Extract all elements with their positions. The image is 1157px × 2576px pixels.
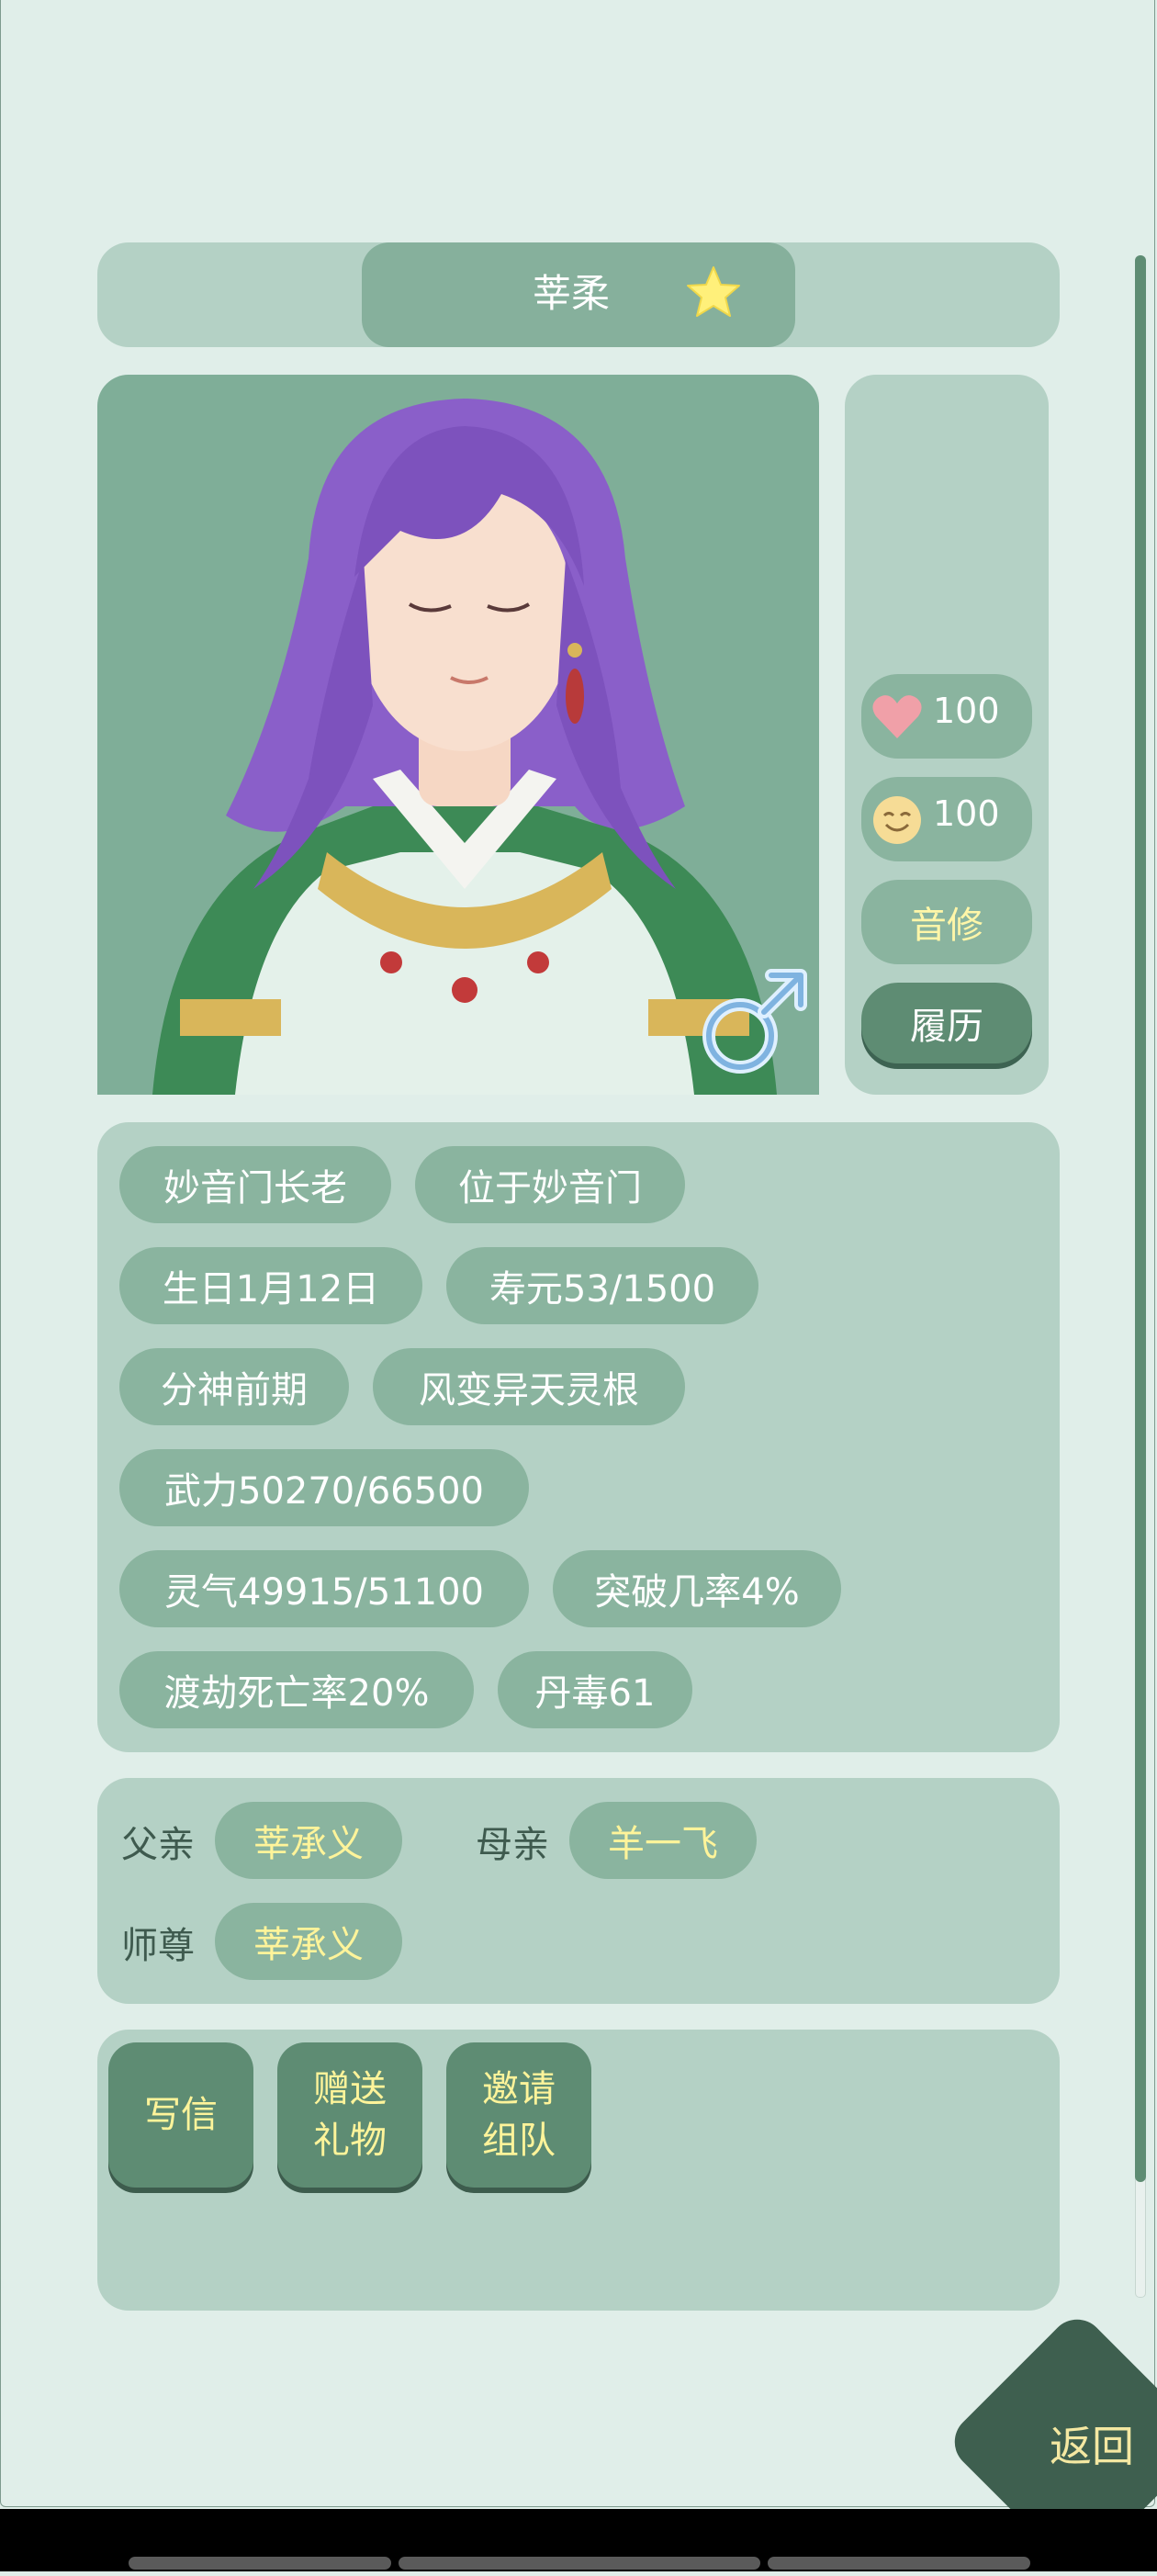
nav-handle-left[interactable] (129, 2557, 391, 2570)
info-chip: 灵气49915/51100 (119, 1550, 529, 1627)
info-chip: 位于妙音门 (415, 1146, 685, 1223)
info-chip: 渡劫死亡率20% (119, 1651, 474, 1728)
father-label: 父亲 (121, 1824, 195, 1866)
info-chip: 妙音门长老 (119, 1146, 391, 1223)
smile-face-icon (873, 796, 921, 844)
write-letter-button[interactable]: 写信 (108, 2042, 253, 2188)
nav-handle-right[interactable] (768, 2557, 1030, 2570)
mood-value: 100 (933, 793, 1000, 834)
history-button[interactable]: 履历 (861, 983, 1032, 1063)
info-chip: 寿元53/1500 (446, 1247, 758, 1324)
character-portrait (97, 375, 819, 1095)
info-chip: 生日1月12日 (119, 1247, 422, 1324)
mother-name-button[interactable]: 羊一飞 (569, 1802, 757, 1879)
give-gift-button[interactable]: 赠送 礼物 (277, 2042, 422, 2188)
invite-team-button[interactable]: 邀请 组队 (446, 2042, 591, 2188)
nav-handle-center[interactable] (399, 2557, 760, 2570)
info-chip: 丹毒61 (498, 1651, 692, 1728)
info-chip: 突破几率4% (553, 1550, 841, 1627)
info-chip: 武力50270/66500 (119, 1449, 529, 1526)
star-icon[interactable] (685, 264, 742, 321)
mood-stat: 100 (861, 777, 1032, 861)
heart-icon (872, 695, 922, 738)
back-button-label: 返回 (1050, 2422, 1134, 2471)
info-chip: 分神前期 (119, 1348, 349, 1425)
scrollbar-thumb[interactable] (1135, 255, 1146, 2182)
info-chip: 风变异天灵根 (373, 1348, 685, 1425)
affection-value: 100 (933, 691, 1000, 731)
mother-label: 母亲 (476, 1824, 549, 1866)
character-name: 莘柔 (533, 271, 611, 316)
father-name-button[interactable]: 莘承义 (215, 1802, 402, 1879)
master-name-button[interactable]: 莘承义 (215, 1903, 402, 1980)
profession-button[interactable]: 音修 (861, 880, 1032, 964)
male-symbol-icon (702, 969, 807, 1074)
master-label: 师尊 (121, 1925, 195, 1967)
affection-stat: 100 (861, 674, 1032, 759)
